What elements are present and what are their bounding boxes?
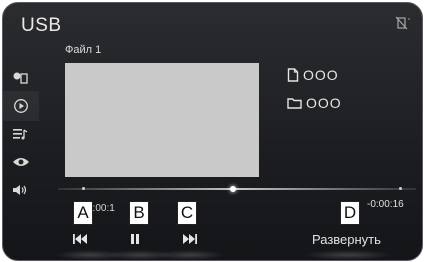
remaining-time: -0:00:16 [367,199,404,210]
expand-button[interactable]: Развернуть [312,232,381,247]
callout-label-a: A [73,201,93,225]
pause-button[interactable] [120,231,150,247]
progress-bar[interactable] [58,188,416,190]
folder-name: OOO [306,95,342,111]
progress-end-marker [399,187,402,190]
sidebar-item-play[interactable] [3,91,39,121]
skip-back-icon [73,234,87,244]
folder-info: OOO [287,95,342,111]
sidebar-item-source[interactable] [3,63,39,93]
screen-title: USB [21,15,62,36]
previous-button[interactable] [65,231,95,247]
progress-start-marker [82,187,85,190]
callout-label-b: B [129,201,149,225]
file-title: Файл 1 [65,44,102,56]
file-name: OOO [303,67,339,83]
eye-icon [13,158,29,166]
progress-knob[interactable] [230,186,237,192]
sidebar-item-playlist[interactable] [3,119,39,149]
folder-icon [287,98,302,109]
sidebar [3,63,39,228]
callout-label-c: C [177,201,197,225]
volume-icon [13,185,27,195]
sidebar-item-view[interactable] [3,147,39,177]
album-artwork [65,63,259,177]
callout-label-d: D [340,201,360,225]
media-screen: USB Файл 1 OOO OOO 0:00:1 -0:00:16 Разве… [2,2,423,261]
pause-icon [131,234,139,244]
file-icon [287,68,299,82]
sidebar-item-volume[interactable] [3,175,39,205]
play-icon [14,99,28,113]
playlist-icon [13,129,28,140]
skip-forward-icon [183,234,197,244]
source-icon [13,72,28,84]
file-info: OOO [287,67,339,83]
no-signal-icon [394,15,412,31]
next-button[interactable] [175,231,205,247]
